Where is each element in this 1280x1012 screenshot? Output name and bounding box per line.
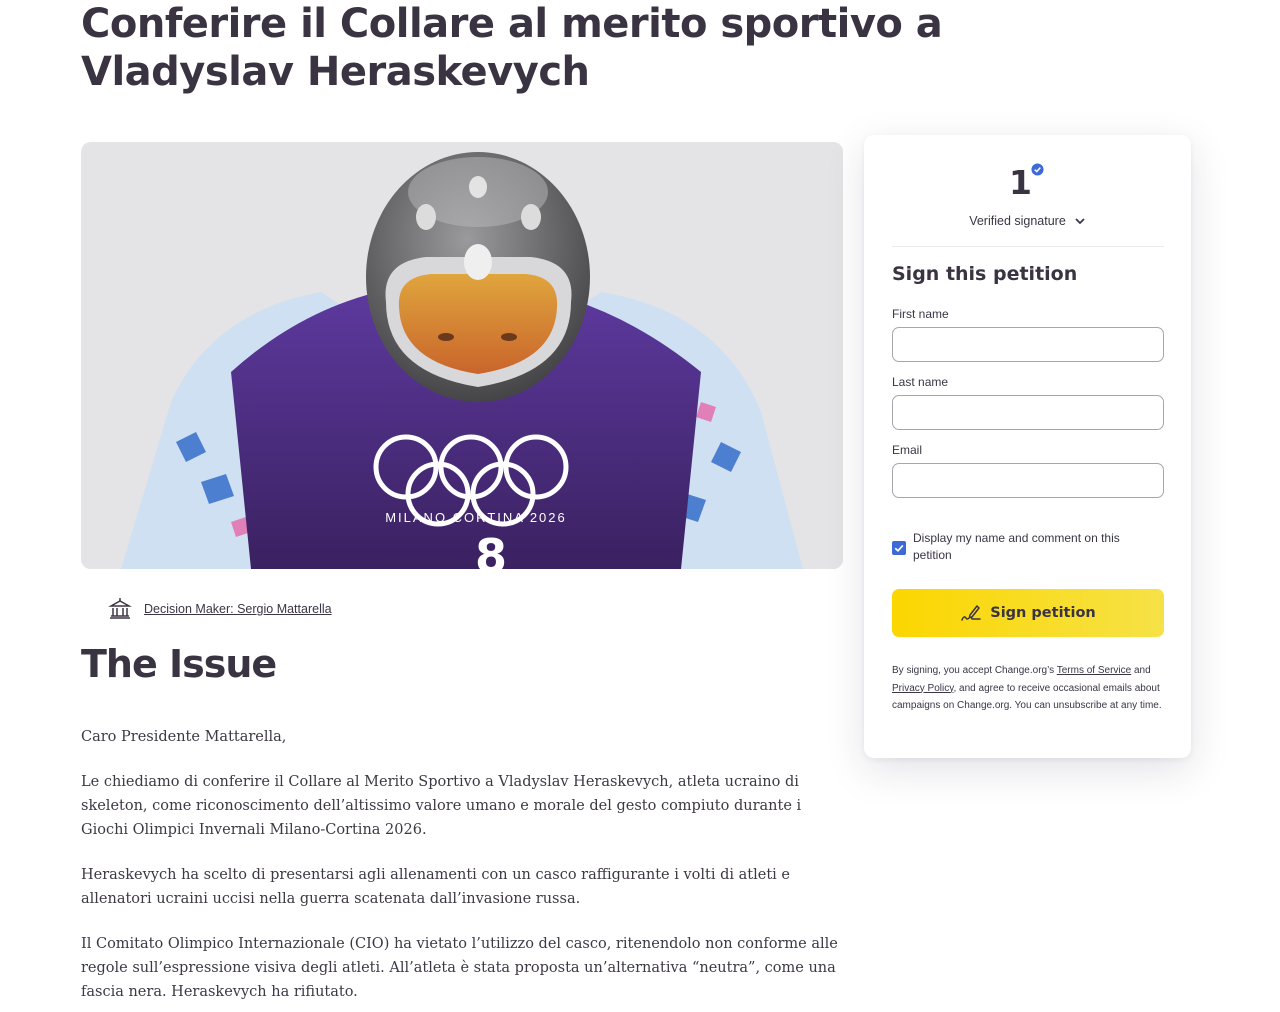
- privacy-policy-link[interactable]: Privacy Policy: [892, 683, 954, 694]
- signature-count: 1: [1009, 163, 1032, 202]
- sign-petition-button[interactable]: Sign petition: [892, 589, 1164, 637]
- first-name-input[interactable]: [892, 327, 1164, 362]
- legal-text: and: [1131, 665, 1151, 676]
- decision-maker-row: Decision Maker: Sergio Mattarella: [108, 596, 332, 622]
- issue-heading: The Issue: [81, 642, 277, 686]
- sign-petition-button-label: Sign petition: [990, 605, 1096, 621]
- petition-body: Caro Presidente Mattarella, Le chiediamo…: [81, 725, 841, 1012]
- email-label: Email: [892, 443, 923, 457]
- checkmark-icon: [894, 544, 904, 553]
- first-name-label: First name: [892, 307, 949, 321]
- legal-text: By signing, you accept Change.org’s: [892, 665, 1057, 676]
- paragraph: Caro Presidente Mattarella,: [81, 729, 287, 745]
- last-name-input[interactable]: [892, 395, 1164, 430]
- terms-of-service-link[interactable]: Terms of Service: [1057, 665, 1131, 676]
- legal-notice: By signing, you accept Change.org’s Term…: [892, 662, 1167, 715]
- paragraph: Heraskevych ha scelto di presentarsi agl…: [81, 867, 790, 907]
- card-divider: [892, 246, 1164, 247]
- suit-text: MILANO CORTINA 2026: [385, 510, 567, 525]
- petition-hero-image: MILANO CORTINA 2026 8: [81, 142, 843, 569]
- bib-number: 8: [475, 529, 507, 569]
- paragraph: Il Comitato Olimpico Internazionale (CIO…: [81, 936, 838, 1000]
- display-name-checkbox-label: Display my name and comment on this peti…: [913, 531, 1120, 562]
- sign-petition-heading: Sign this petition: [892, 263, 1078, 285]
- display-name-checkbox[interactable]: [892, 541, 906, 555]
- signature-count-number: 1: [1009, 163, 1032, 202]
- decision-maker-link[interactable]: Decision Maker: Sergio Mattarella: [144, 602, 332, 616]
- government-building-icon: [108, 598, 132, 619]
- paragraph: Le chiediamo di conferire il Collare al …: [81, 774, 802, 838]
- chevron-down-icon: [1075, 218, 1085, 225]
- petition-title: Conferire il Collare al merito sportivo …: [81, 1, 943, 95]
- last-name-label: Last name: [892, 375, 949, 389]
- pen-signature-icon: [961, 605, 982, 621]
- verified-signature-toggle[interactable]: Verified signature: [864, 214, 1191, 228]
- email-input[interactable]: [892, 463, 1164, 498]
- verified-signature-label: Verified signature: [969, 214, 1066, 228]
- verified-check-icon: [1031, 163, 1044, 176]
